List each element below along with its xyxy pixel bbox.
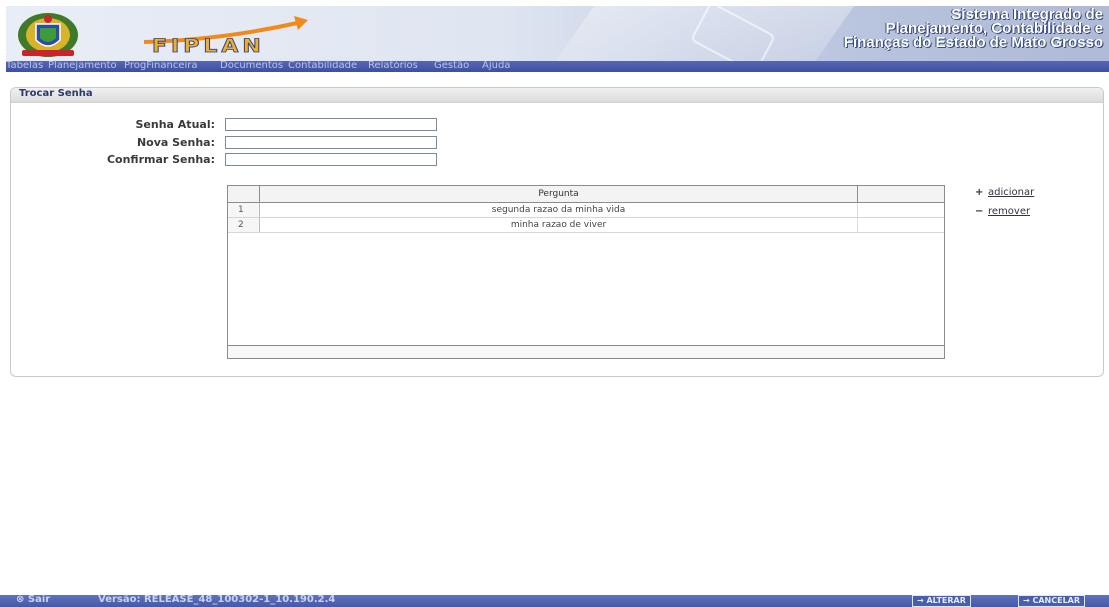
menu-item-contabilidade[interactable]: Contabilidade — [288, 60, 357, 71]
grid-header-rownum — [228, 186, 260, 202]
grid-header-extra — [858, 186, 944, 202]
menu-item-planejamento[interactable]: Planejamento — [48, 60, 117, 71]
exit-link[interactable]: ⊗ Sair — [16, 594, 50, 605]
security-questions-grid: Pergunta 1 segunda razao da minha vida 2… — [227, 185, 945, 359]
table-row[interactable]: 2 minha razao de viver — [228, 218, 944, 233]
version-text: Versão: RELEASE_48_100302-1_10.190.2.4 — [98, 594, 336, 605]
new-password-input[interactable] — [225, 136, 437, 149]
row-question[interactable]: segunda razao da minha vida — [260, 203, 858, 217]
remove-question-label: remover — [988, 206, 1031, 217]
confirm-password-label: Confirmar Senha: — [106, 153, 215, 166]
panel-title: Trocar Senha — [19, 88, 93, 99]
add-question-link[interactable]: + adicionar — [975, 187, 1034, 198]
row-number: 2 — [228, 218, 260, 232]
current-password-label: Senha Atual: — [135, 118, 216, 131]
menu-item-progfinanceira[interactable]: ProgFinanceira — [124, 60, 198, 71]
grid-footer — [228, 345, 944, 358]
panel-header: Trocar Senha — [11, 88, 1103, 103]
row-number: 1 — [228, 203, 260, 217]
grid-header-row: Pergunta — [228, 186, 944, 203]
confirm-password-input[interactable] — [225, 153, 437, 166]
close-icon: ⊗ — [16, 594, 28, 605]
status-bar: ⊗ Sair Versão: RELEASE_48_100302-1_10.19… — [0, 594, 1109, 607]
remove-question-link[interactable]: − remover — [975, 206, 1030, 217]
menu-item-relatorios[interactable]: Relatórios — [368, 60, 418, 71]
current-password-input[interactable] — [225, 118, 437, 131]
state-crest-logo — [18, 13, 78, 57]
minus-icon: − — [975, 206, 984, 217]
system-title: Sistema Integrado de Planejamento, Conta… — [843, 7, 1103, 51]
main-menu-bar: Tabelas Planejamento ProgFinanceira Docu… — [6, 60, 1109, 72]
new-password-label: Nova Senha: — [136, 136, 215, 149]
menu-item-ajuda[interactable]: Ajuda — [482, 60, 510, 71]
alter-button[interactable]: → ALTERAR — [912, 595, 971, 607]
menu-item-tabelas[interactable]: Tabelas — [6, 60, 43, 71]
exit-label: Sair — [27, 594, 51, 605]
app-header: FIPLAN Sistema Integrado de Planejamento… — [6, 6, 1109, 63]
plus-icon: + — [975, 187, 984, 198]
add-question-label: adicionar — [988, 187, 1035, 198]
menu-item-documentos[interactable]: Documentos — [220, 60, 283, 71]
row-question[interactable]: minha razao de viver — [260, 218, 858, 232]
cancel-button[interactable]: → CANCELAR — [1018, 595, 1086, 607]
menu-item-gestao[interactable]: Gestão — [434, 60, 469, 71]
table-row[interactable]: 1 segunda razao da minha vida — [228, 203, 944, 218]
change-password-panel: Trocar Senha Senha Atual: Nova Senha: Co… — [10, 87, 1104, 377]
system-title-line-3: Finanças do Estado de Mato Grosso — [843, 34, 1103, 51]
fiplan-logo-text: FIPLAN — [152, 35, 265, 58]
grid-header-question[interactable]: Pergunta — [260, 186, 858, 202]
